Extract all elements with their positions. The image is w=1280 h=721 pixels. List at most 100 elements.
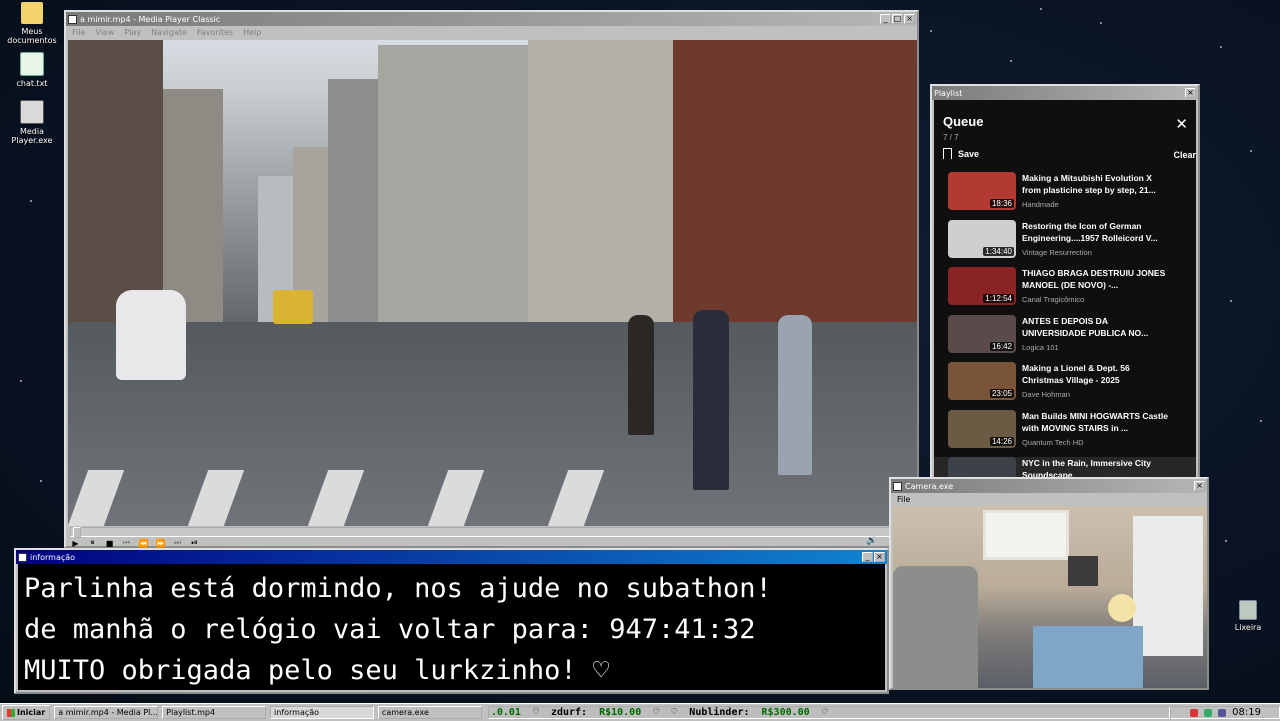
menu-play[interactable]: Play [124,28,141,37]
ticker-amount: .0.01 [490,707,521,718]
ticker-amount: R$300.00 [761,707,810,718]
close-icon[interactable]: ✕ [1175,115,1188,133]
play-icon[interactable]: ▶ [70,539,81,548]
video-title: Man Builds MINI HOGWARTS Castle with MOV… [1022,410,1168,433]
rewind-icon[interactable]: ⏪ [138,539,149,548]
player-titlebar[interactable]: a mimir.mp4 - Media Player Classic _ □ × [66,12,917,26]
volume-icon[interactable]: 🔊 [866,536,877,546]
desktop-icon-label: Media Player.exe [11,127,53,145]
menu-favorites[interactable]: Favorites [197,28,233,37]
frame-step-icon[interactable]: ⏯ [189,538,200,548]
donor-name: Nublinder: [689,707,750,718]
desktop-icon-recycle-bin[interactable]: Lixeira [1216,600,1280,632]
camera-menubar: File [891,493,1207,505]
duration-badge: 1:12:54 [983,294,1014,303]
info-titlebar[interactable]: informação _ × [16,550,887,564]
bookmark-icon [943,148,952,159]
desktop-icon-label: Lixeira [1234,623,1262,632]
previous-icon[interactable]: ⏮ [121,538,132,548]
clear-button[interactable]: Clear [1173,150,1196,160]
taskbar-item-playlist[interactable]: Playlist.mp4 [162,706,267,719]
menu-file[interactable]: File [897,495,910,504]
camera-app-icon [893,481,902,491]
seek-handle[interactable] [73,527,81,538]
heart-icon: ♡ [821,707,828,718]
start-button[interactable]: Iniciar [2,705,51,720]
queue-item[interactable]: 18:36 Making a Mitsubishi Evolution X fr… [948,172,1196,220]
playlist-titlebar[interactable]: Playlist × [932,86,1198,100]
media-player-window[interactable]: a mimir.mp4 - Media Player Classic _ □ ×… [64,10,919,548]
seek-bar[interactable] [70,527,915,538]
menu-view[interactable]: View [95,28,114,37]
close-button[interactable]: × [874,552,885,562]
queue-item[interactable]: 1:34:40 Restoring the Icon of German Eng… [948,219,1196,268]
duration-badge: 18:36 [989,199,1014,208]
video-title: Making a Lionel & Dept. 56 Christmas Vil… [1022,363,1130,385]
info-line: de manhã o relógio vai voltar para: 947:… [24,614,756,645]
tray-volume-icon[interactable] [1218,708,1227,717]
fast-forward-icon[interactable]: ⏩ [155,539,166,548]
save-button[interactable]: Save [943,148,979,159]
video-title: Restoring the Icon of German Engineering… [1022,220,1158,243]
app-icon [18,552,27,562]
pause-icon[interactable]: ⏸ [87,538,98,548]
desktop-icon-my-documents[interactable]: Meus documentos [0,2,64,45]
video-thumbnail: 16:42 [948,314,1016,353]
camera-titlebar[interactable]: Camera.exe × [891,479,1207,493]
close-button[interactable]: × [1185,88,1196,98]
channel-name: Canal Tragicômico [1022,295,1085,304]
info-window[interactable]: informação _ × Parlinha está dormindo, n… [14,548,889,694]
desktop-icon-media-player[interactable]: Media Player.exe [0,100,64,145]
video-frame[interactable] [68,40,917,526]
video-title: ANTES E DEPOIS DA UNIVERSIDADE PUBLICA N… [1022,315,1149,338]
media-player-icon [20,100,44,124]
queue-list: 18:36 Making a Mitsubishi Evolution X fr… [934,172,1196,505]
queue-item[interactable]: 23:05 Making a Lionel & Dept. 56 Christm… [948,362,1196,410]
playlist-window-title: Playlist [934,88,963,98]
duration-badge: 16:42 [989,341,1014,351]
next-icon[interactable]: ⏭ [172,538,183,548]
duration-badge: 23:05 [989,389,1014,398]
heart-icon: ♡ [653,707,660,718]
maximize-button[interactable]: □ [892,14,903,24]
player-title: a mimir.mp4 - Media Player Classic [80,14,221,24]
folder-icon [21,2,43,24]
queue-count: 7 / 7 [943,133,959,142]
stop-icon[interactable]: ■ [104,539,115,548]
video-thumbnail: 18:36 [948,172,1016,210]
desktop-icon-label: Meus documentos [7,27,57,45]
channel-name: Handmade [1022,200,1059,209]
info-line: Parlinha está dormindo, nos ajude no sub… [24,573,772,604]
tray-network-icon[interactable] [1204,708,1213,717]
ticker-amount: R$10.00 [599,707,642,718]
video-thumbnail: 1:12:54 [948,267,1016,305]
info-title: informação [30,552,76,562]
minimize-button[interactable]: _ [862,552,873,562]
queue-item[interactable]: 16:42 ANTES E DEPOIS DA UNIVERSIDADE PUB… [948,314,1196,363]
close-button[interactable]: × [1194,481,1205,491]
menu-help[interactable]: Help [243,28,261,37]
desktop-icon-chat-txt[interactable]: chat.txt [0,52,64,88]
menu-navigate[interactable]: Navigate [151,28,187,37]
taskbar-item-info[interactable]: informação [270,706,374,719]
camera-window[interactable]: Camera.exe × File [889,477,1209,690]
queue-item[interactable]: 14:26 Man Builds MINI HOGWARTS Castle wi… [948,409,1196,458]
minimize-button[interactable]: _ [880,14,891,24]
desktop-icon-label: chat.txt [16,79,48,88]
taskbar-item-player[interactable]: a mimir.mp4 - Media Pl... [54,706,159,719]
queue-heading: Queue [943,114,984,129]
tray-app-icon[interactable] [1190,708,1199,717]
video-title: Making a Mitsubishi Evolution X from pla… [1022,173,1156,195]
start-label: Iniciar [17,708,46,717]
duration-badge: 14:26 [989,436,1014,446]
taskbar-item-camera[interactable]: camera.exe [377,706,482,719]
info-line: MUITO obrigada pelo seu lurkzinho! ♡ [24,655,610,686]
camera-title: Camera.exe [905,481,954,491]
queue-item[interactable]: 1:12:54 THIAGO BRAGA DESTRUIU JONES MANO… [948,267,1196,315]
video-title: THIAGO BRAGA DESTRUIU JONES MANOEL (DE N… [1022,268,1166,290]
channel-name: Logica 101 [1022,342,1059,352]
channel-name: Dave Hohman [1022,390,1070,399]
close-button[interactable]: × [904,14,915,24]
playlist-window[interactable]: Playlist × Queue 7 / 7 ✕ Save Clear 18:3… [930,84,1200,505]
menu-file[interactable]: File [72,28,85,37]
